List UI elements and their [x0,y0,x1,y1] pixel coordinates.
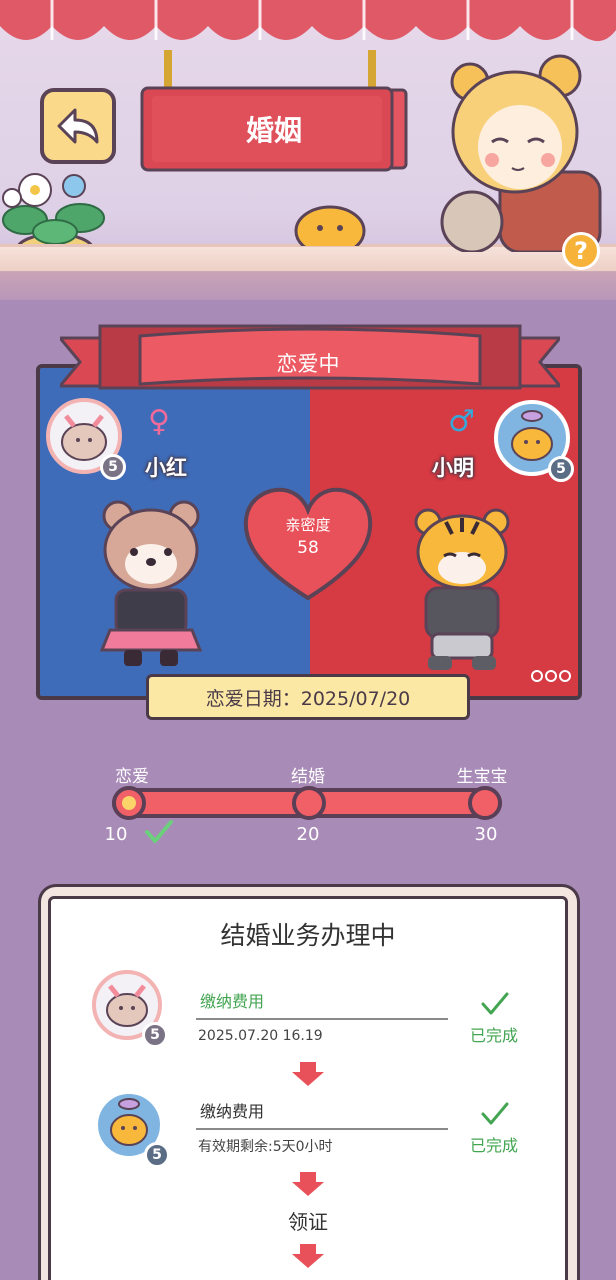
step2-title: 缴纳费用 [200,1102,265,1121]
down-arrow-icon [292,1244,324,1268]
stage-node-dating [112,786,146,820]
back-arrow-icon [57,108,99,144]
step2-level-badge: 5 [144,1142,170,1168]
relationship-status: 恋爱中 [276,352,340,376]
title-sign: 婚姻 [140,86,408,172]
stage-value-marriage: 20 [296,824,320,845]
more-dots-icon[interactable] [531,670,571,682]
male-character [414,508,510,670]
male-level-badge: 5 [548,456,574,482]
step1-title: 缴纳费用 [200,992,265,1011]
stage-label-baby: 生宝宝 [456,767,508,787]
page-title: 婚姻 [245,114,302,147]
shelf-counter [0,244,616,300]
shopkeeper-character [440,54,602,252]
step2-divider [196,1128,448,1130]
step1-checkmark-icon [481,992,509,1015]
stage-value-dating: 10 [104,824,128,845]
stage-label-dating: 恋爱 [115,767,149,787]
marriage-process-title: 结婚业务办理中 [220,921,396,950]
step2-remaining-time: 有效期剩余:5天0小时 [198,1139,333,1155]
step2-checkmark-icon [481,1102,509,1125]
female-avatar[interactable]: 5 [46,398,126,480]
checkmark-icon [145,820,173,843]
step1-timestamp: 2025.07.20 16.19 [198,1028,323,1044]
intimacy-label: 亲密度 [285,516,331,534]
intimacy-value: 58 [297,538,319,558]
down-arrow-icon [292,1172,324,1196]
down-arrow-icon [292,1062,324,1086]
step1-status: 已完成 [469,1026,518,1045]
step2-avatar: 5 [94,1090,170,1168]
male-avatar[interactable]: 5 [494,400,574,482]
step1-avatar: 5 [92,970,168,1048]
step2-status: 已完成 [469,1136,518,1155]
relationship-date: 恋爱日期：2025/07/20 [146,674,470,720]
step-get-certificate: 领证 [288,1210,328,1234]
female-name: 小红 [145,456,187,480]
small-tiger-peek [294,205,366,246]
male-name: 小明 [432,456,474,480]
stage-node-baby [468,786,502,820]
back-button[interactable] [40,88,116,164]
step1-divider [196,1018,448,1020]
awning [0,0,616,42]
stage-label-marriage: 结婚 [291,767,325,787]
stage-value-baby: 30 [474,824,498,845]
female-level-badge: 5 [100,454,126,480]
stage-node-marriage [292,786,326,820]
female-character [99,500,203,666]
female-symbol-icon: ♀ [148,404,170,439]
step1-level-badge: 5 [142,1022,168,1048]
male-symbol-icon: ♂ [448,404,475,439]
help-button[interactable]: ? [562,232,600,270]
